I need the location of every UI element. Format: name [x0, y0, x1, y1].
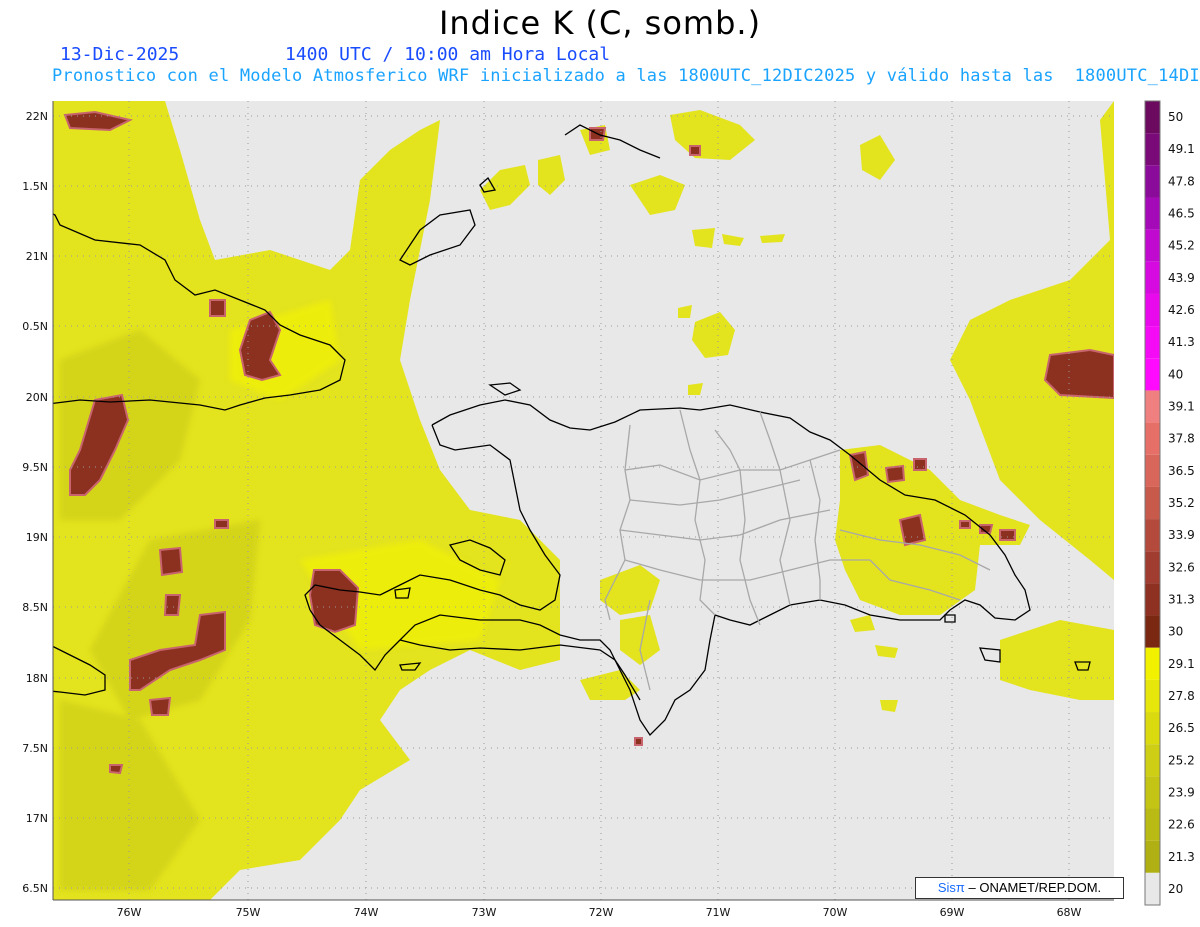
colorbar-swatch: [1145, 229, 1160, 262]
x-tick-label: 76W: [117, 906, 142, 919]
x-tick-label: 73W: [472, 906, 497, 919]
colorbar-swatch: [1145, 133, 1160, 166]
colorbar-swatch: [1145, 197, 1160, 230]
colorbar-swatch: [1145, 679, 1160, 713]
colorbar-label: 40: [1168, 367, 1183, 381]
colorbar-label: 27.8: [1168, 689, 1195, 703]
colorbar-label: 31.3: [1168, 592, 1195, 606]
x-tick-label: 69W: [940, 906, 965, 919]
y-tick-label: 20N: [26, 391, 48, 404]
x-tick-label: 68W: [1057, 906, 1082, 919]
brand-logo: Sisπ: [937, 880, 965, 895]
colorbar-swatch: [1145, 615, 1160, 648]
colorbar-label: 21.3: [1168, 850, 1195, 864]
y-tick-label: 8.5N: [22, 601, 48, 614]
credit-box: Sisπ – ONAMET/REP.DOM.: [915, 877, 1124, 899]
colorbar-label: 20: [1168, 882, 1183, 896]
colorbar-swatch: [1145, 583, 1160, 616]
y-tick-label: 18N: [26, 672, 48, 685]
k-index-map: 22N 1.5N 21N 0.5N 20N 9.5N 19N 8.5N 18N …: [22, 100, 1195, 919]
y-tick-label: 7.5N: [22, 742, 48, 755]
colorbar-swatch: [1145, 293, 1160, 327]
colorbar-label: 46.5: [1168, 207, 1195, 221]
colorbar-swatch: [1145, 551, 1160, 584]
colorbar-label: 36.5: [1168, 464, 1195, 478]
colorbar-swatch: [1145, 808, 1160, 841]
y-tick-label: 6.5N: [22, 882, 48, 895]
colorbar: 50 49.1 47.8 46.5 45.2 43.9 42.6 41.3 40 39.1 37.8…: [1144, 100, 1195, 906]
colorbar-label: 37.8: [1168, 432, 1195, 446]
colorbar-label: 42.6: [1168, 303, 1195, 317]
colorbar-label: 50: [1168, 110, 1183, 124]
colorbar-label: 43.9: [1168, 271, 1195, 285]
colorbar-label: 23.9: [1168, 785, 1195, 799]
colorbar-swatch: [1145, 454, 1160, 487]
colorbar-swatch: [1145, 358, 1160, 391]
colorbar-label: 33.9: [1168, 528, 1195, 542]
colorbar-label: 39.1: [1168, 400, 1195, 414]
colorbar-swatch: [1145, 486, 1160, 520]
colorbar-label: 22.6: [1168, 818, 1195, 832]
colorbar-swatch: [1145, 712, 1160, 745]
colorbar-label: 25.2: [1168, 753, 1195, 767]
colorbar-label: 45.2: [1168, 239, 1195, 253]
y-tick-label: 1.5N: [22, 180, 48, 193]
credit-text: – ONAMET/REP.DOM.: [968, 880, 1102, 895]
colorbar-swatch: [1145, 326, 1160, 359]
y-tick-label: 0.5N: [22, 320, 48, 333]
colorbar-swatch: [1145, 422, 1160, 455]
x-tick-label: 75W: [236, 906, 261, 919]
colorbar-swatch: [1145, 519, 1160, 552]
colorbar-swatch: [1145, 744, 1160, 777]
y-tick-label: 21N: [26, 250, 48, 263]
y-tick-label: 17N: [26, 812, 48, 825]
colorbar-label: 35.2: [1168, 496, 1195, 510]
x-tick-label: 71W: [706, 906, 731, 919]
colorbar-label: 47.8: [1168, 174, 1195, 188]
y-tick-label: 22N: [26, 110, 48, 123]
colorbar-swatch: [1145, 390, 1160, 423]
colorbar-swatch: [1145, 647, 1160, 680]
y-tick-label: 9.5N: [22, 461, 48, 474]
colorbar-label: 41.3: [1168, 335, 1195, 349]
x-tick-label: 74W: [354, 906, 379, 919]
colorbar-swatch: [1145, 872, 1160, 905]
y-axis: 22N 1.5N 21N 0.5N 20N 9.5N 19N 8.5N 18N …: [22, 101, 54, 900]
colorbar-swatch: [1145, 165, 1160, 198]
y-tick-label: 19N: [26, 531, 48, 544]
colorbar-label: 32.6: [1168, 560, 1195, 574]
colorbar-swatch: [1145, 776, 1160, 809]
x-axis: 76W 75W 74W 73W 72W 71W 70W 69W 68W: [53, 899, 1114, 919]
x-tick-label: 70W: [823, 906, 848, 919]
colorbar-swatch: [1145, 101, 1160, 134]
colorbar-label: 26.5: [1168, 721, 1195, 735]
colorbar-label: 30: [1168, 625, 1183, 639]
colorbar-label: 49.1: [1168, 142, 1195, 156]
x-tick-label: 72W: [589, 906, 614, 919]
colorbar-label: 29.1: [1168, 657, 1195, 671]
colorbar-swatch: [1145, 261, 1160, 294]
colorbar-swatch: [1145, 840, 1160, 873]
